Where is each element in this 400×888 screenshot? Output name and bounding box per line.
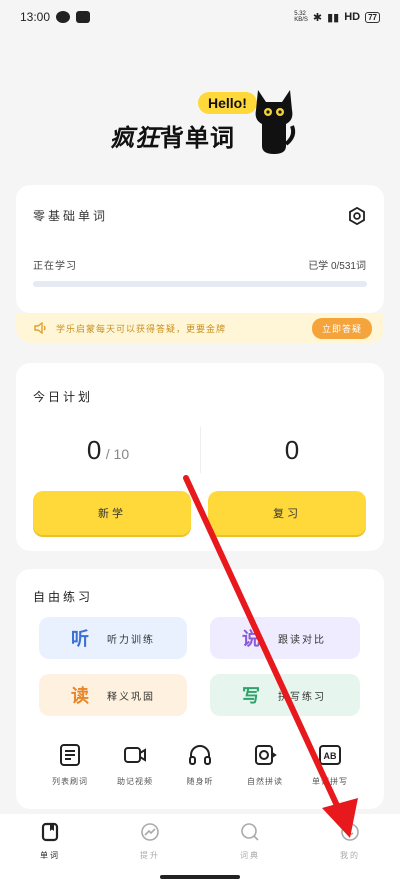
natural-spelling-icon: [255, 745, 277, 765]
tool-memory-video-label: 助记视频: [117, 777, 153, 786]
listening-training-tile[interactable]: 听 听力训练: [39, 617, 187, 659]
new-count-total: / 10: [105, 446, 130, 462]
new-learn-button[interactable]: 新学: [33, 491, 191, 535]
spelling-practice-tile[interactable]: 写 拼写练习: [210, 674, 360, 716]
tool-memory-video[interactable]: 助记视频: [105, 743, 165, 787]
video-icon: [124, 747, 146, 763]
new-count-value: 0: [86, 435, 102, 465]
battery-icon: 77: [365, 11, 380, 23]
definition-review-label: 释义巩固: [107, 691, 155, 703]
tab-profile-label: 我的: [340, 851, 360, 860]
signal-icon: ▮▮: [327, 11, 340, 24]
hd-badge: HD: [344, 11, 361, 23]
write-glyph: 写: [242, 686, 260, 706]
tool-word-list-label: 列表刷词: [52, 777, 88, 786]
logo-title: 疯狂背单词: [110, 118, 235, 153]
status-time: 13:00: [20, 10, 51, 24]
word-book-icon: [41, 822, 59, 842]
tool-listen-anywhere[interactable]: 随身听: [170, 743, 230, 787]
review-button[interactable]: 复习: [208, 491, 366, 535]
learned-count: 已学 0/531词: [308, 261, 366, 272]
app-logo: Hello! 疯狂背单词: [110, 84, 300, 160]
svg-text:AB: AB: [324, 751, 337, 761]
notice-banner[interactable]: 学乐启蒙每天可以获得答疑，更要金牌 立即答疑: [16, 313, 384, 343]
studying-label: 正在学习: [33, 261, 77, 272]
course-card[interactable]: 零基础单词 正在学习 已学 0/531词: [16, 185, 384, 313]
tab-words-label: 单词: [40, 851, 60, 860]
black-cat-icon: [255, 90, 296, 154]
notice-action-button[interactable]: 立即答疑: [311, 317, 372, 339]
course-title: 零基础单词: [33, 209, 109, 223]
tool-listen-anywhere-label: 随身听: [186, 777, 214, 786]
tab-improve-label: 提升: [140, 851, 160, 860]
tool-word-spelling[interactable]: AB 单词拼写: [300, 743, 360, 787]
tab-words[interactable]: 单词: [0, 814, 100, 888]
definition-review-tile[interactable]: 读 释义巩固: [39, 674, 187, 716]
logo-title-suffix: 背单词: [160, 125, 235, 152]
listening-training-label: 听力训练: [107, 634, 155, 646]
speaker-icon: [34, 322, 46, 334]
course-progress-bar: [33, 281, 367, 287]
tool-natural-spelling-label: 自然拼读: [247, 777, 283, 786]
network-speed: 5.32 KB/S: [294, 11, 308, 23]
speak-glyph: 说: [242, 629, 260, 649]
dictionary-search-icon: [241, 823, 259, 841]
shadow-reading-label: 跟读对比: [278, 634, 326, 646]
spelling-practice-label: 拼写练习: [278, 691, 326, 703]
tab-profile[interactable]: 我的: [300, 814, 400, 888]
headphones-icon: [189, 745, 211, 765]
chat-notification-icon: [56, 11, 71, 23]
message-notification-icon: [76, 11, 91, 23]
listen-glyph: 听: [71, 629, 89, 649]
tool-word-list[interactable]: 列表刷词: [40, 743, 100, 787]
logo-title-prefix: 疯狂: [110, 125, 160, 152]
new-words-count: 0 / 10: [16, 435, 200, 466]
ab-icon: AB: [319, 745, 341, 765]
tab-dictionary-label: 词典: [240, 851, 260, 860]
profile-icon: [341, 823, 359, 841]
tool-natural-spelling[interactable]: 自然拼读: [235, 743, 295, 787]
plan-title: 今日计划: [33, 390, 94, 404]
free-practice-card: 自由练习 听 听力训练 说 跟读对比 读 释义巩固 写 拼写练习 列表刷词 助记…: [16, 569, 384, 809]
trend-icon: [141, 823, 159, 841]
shadow-reading-tile[interactable]: 说 跟读对比: [210, 617, 360, 659]
review-count-value: 0: [284, 435, 300, 465]
practice-title: 自由练习: [33, 590, 94, 604]
status-bar: 13:00 5.32 KB/S ✱ ▮▮ HD 77: [0, 0, 400, 34]
tool-word-spelling-label: 单词拼写: [312, 777, 348, 786]
settings-gear-icon[interactable]: [348, 207, 366, 225]
home-indicator: [160, 875, 240, 879]
list-icon: [60, 744, 80, 766]
read-glyph: 读: [71, 686, 89, 706]
logo-hello-bubble: Hello!: [198, 92, 257, 114]
bluetooth-icon: ✱: [312, 11, 323, 24]
review-words-count: 0: [200, 435, 384, 466]
notice-text: 学乐启蒙每天可以获得答疑，更要金牌: [56, 323, 227, 334]
today-plan-card: 今日计划 0 / 10 0 新学 复习: [16, 363, 384, 551]
